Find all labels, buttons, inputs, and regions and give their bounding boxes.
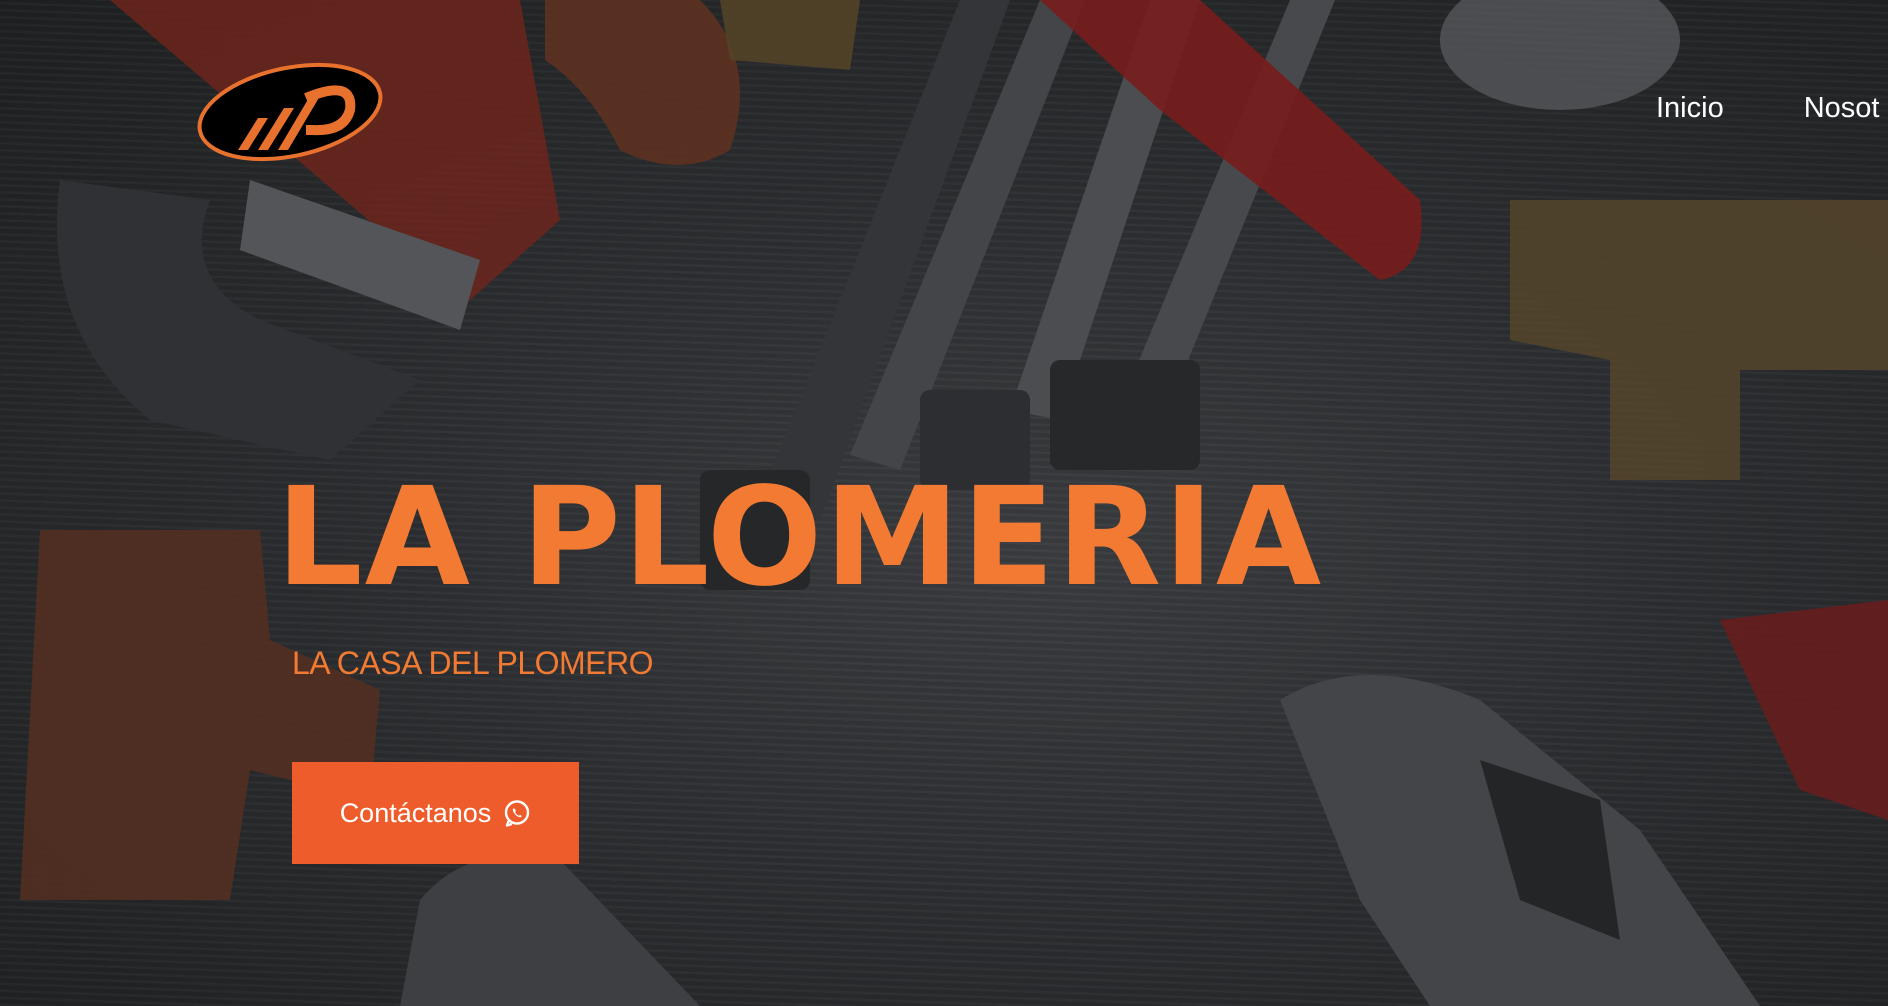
plumbing-logo-icon[interactable] bbox=[194, 58, 390, 170]
contact-button-label: Contáctanos bbox=[339, 797, 492, 828]
main-nav: Inicio Nosot bbox=[1656, 92, 1879, 125]
hero-title: LA PLOMERIA bbox=[276, 459, 1324, 617]
whatsapp-icon bbox=[505, 800, 530, 827]
nav-link-inicio[interactable]: Inicio bbox=[1656, 92, 1724, 125]
nav-link-nosotros[interactable]: Nosot bbox=[1804, 92, 1880, 125]
hero-section: Inicio Nosot LA PLOMERIA LA CASA DEL PLO… bbox=[0, 0, 1888, 1006]
contact-button[interactable]: Contáctanos bbox=[292, 762, 579, 864]
hero-subtitle: LA CASA DEL PLOMERO bbox=[292, 645, 654, 681]
